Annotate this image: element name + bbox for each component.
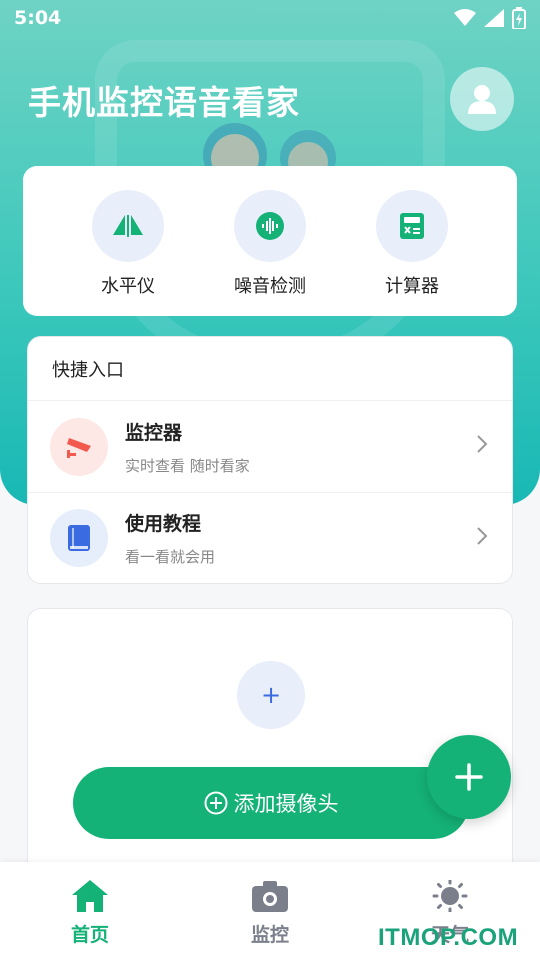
nav-label: 监控	[250, 924, 289, 946]
row-subtitle: 实时查看 随时看家	[125, 456, 250, 475]
tool-icon-circle	[376, 190, 448, 262]
plus-circle-icon	[204, 791, 227, 815]
plus-icon	[455, 763, 483, 791]
row-subtitle: 看一看就会用	[125, 548, 216, 566]
status-bar: 5:04	[0, 0, 540, 36]
chevron-right-icon	[477, 527, 488, 545]
cctv-camera-icon	[67, 437, 91, 458]
calculator-icon	[400, 213, 424, 239]
quick-entry-tutorial[interactable]: 使用教程 看一看就会用	[28, 492, 512, 583]
status-icons	[454, 7, 526, 29]
row-title: 监控器	[125, 421, 183, 444]
quick-entry-title: 快捷入口	[28, 337, 512, 401]
profile-avatar[interactable]	[450, 67, 514, 131]
tool-icon-circle	[92, 190, 164, 262]
battery-icon	[512, 7, 526, 29]
quick-entry-monitor[interactable]: 监控器 实时查看 随时看家	[28, 401, 512, 492]
monitor-icon-circle	[50, 417, 108, 476]
row-title: 使用教程	[125, 513, 202, 535]
tool-icon-circle	[234, 190, 306, 262]
sound-wave-icon	[256, 212, 284, 240]
tool-calculator[interactable]: 计算器	[357, 190, 467, 298]
tutorial-icon-circle	[50, 509, 108, 567]
chevron-right-icon	[477, 435, 488, 453]
add-camera-label: 添加摄像头	[233, 792, 339, 816]
user-icon	[468, 85, 496, 114]
nav-home[interactable]: 首页	[40, 880, 140, 947]
level-icon	[113, 215, 143, 237]
nav-label: 首页	[70, 924, 109, 946]
tool-level[interactable]: 水平仪	[73, 190, 183, 298]
nav-monitor[interactable]: 监控	[220, 880, 320, 947]
book-icon	[68, 525, 90, 551]
wifi-icon	[454, 9, 476, 26]
tool-label: 水平仪	[101, 276, 155, 297]
tool-label: 计算器	[385, 276, 439, 297]
tool-label: 噪音检测	[234, 276, 306, 297]
floating-add-button[interactable]	[427, 735, 511, 819]
quick-entry-card: 快捷入口 监控器 实时查看 随时看家 使用教程 看一看就会用	[27, 336, 513, 584]
status-time: 5:04	[14, 7, 62, 29]
tool-noise-detect[interactable]: 噪音检测	[215, 190, 325, 298]
tools-card: 水平仪 噪音检测 计算器	[23, 166, 517, 316]
add-camera-button[interactable]: 添加摄像头	[73, 767, 469, 839]
camera-icon	[252, 881, 288, 912]
watermark: ITMOP.COM	[378, 924, 519, 951]
add-camera-plus[interactable]: +	[237, 661, 305, 729]
app-title: 手机监控语音看家	[28, 83, 300, 122]
home-icon	[72, 880, 108, 912]
sun-icon	[432, 878, 468, 914]
signal-icon	[484, 9, 504, 27]
